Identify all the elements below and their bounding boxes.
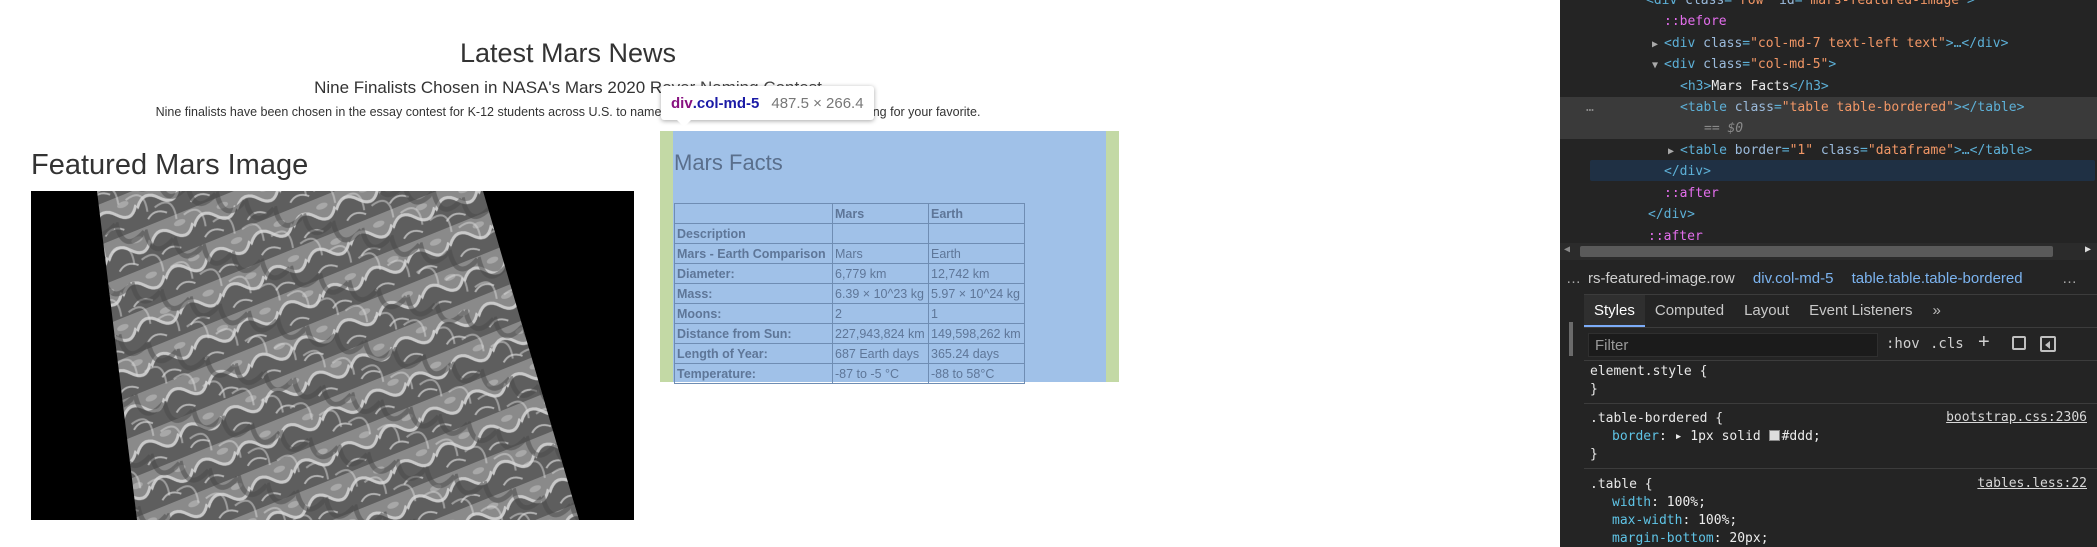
tooltip-class: .col-md-5: [692, 94, 760, 112]
mars-facts-table: Mars Earth Description Mars - Earth Comp…: [674, 203, 1025, 384]
table-header-cell: Mars: [832, 203, 929, 224]
table-cell: 12,742 km: [928, 263, 1025, 284]
featured-image-title: Featured Mars Image: [31, 149, 309, 181]
table-header-cell: [674, 203, 833, 224]
breadcrumb-item-table[interactable]: table.table.table-bordered: [1852, 270, 2023, 287]
breadcrumb-item-col-md-5[interactable]: div.col-md-5: [1753, 270, 1834, 287]
new-style-rule-icon[interactable]: +: [1978, 331, 1990, 354]
breadcrumb-overflow-left[interactable]: …: [1566, 266, 1581, 292]
table-row-label: Diameter:: [674, 263, 833, 284]
table-cell: 1: [928, 303, 1025, 324]
table-row: Moons: 2 1: [674, 303, 1025, 324]
table-cell: 6.39 × 10^23 kg: [832, 283, 929, 304]
mars-facts-title: Mars Facts: [674, 150, 783, 175]
table-row-label: Mars - Earth Comparison: [674, 243, 833, 264]
table-cell: [928, 223, 1025, 244]
dom-node-dataframe[interactable]: ▶ <table border="1" class="dataframe">…</…: [1668, 140, 2032, 161]
tooltip-tag: div: [671, 94, 693, 112]
cls-toggle[interactable]: .cls: [1930, 336, 1964, 352]
table-row: Diameter: 6,779 km 12,742 km: [674, 263, 1025, 284]
tab-layout[interactable]: Layout: [1734, 295, 1799, 327]
collapse-triangle-icon[interactable]: ▼: [1652, 55, 1664, 76]
table-row: Description: [674, 223, 1025, 244]
table-cell: 227,943,824 km: [832, 323, 929, 344]
dom-horizontal-scrollbar[interactable]: ◀ ▶: [1560, 243, 2097, 260]
breadcrumb-item-row[interactable]: rs-featured-image.row: [1588, 270, 1735, 287]
dom-node-h3[interactable]: <h3>Mars Facts</h3>: [1680, 76, 1829, 97]
news-teaser: Nine finalists have been chosen in the e…: [155, 105, 981, 119]
rule-separator: [1584, 468, 2097, 469]
table-row-label: Distance from Sun:: [674, 323, 833, 344]
styles-tabbar: Styles Computed Layout Event Listeners »: [1584, 294, 2097, 328]
table-cell: [832, 223, 929, 244]
breadcrumb-overflow-right[interactable]: …: [2062, 266, 2077, 292]
rule-separator: [1584, 403, 2097, 404]
inspect-tooltip: div .col-md-5 487.5 × 266.4: [661, 86, 874, 120]
expand-triangle-icon[interactable]: ▶: [1668, 141, 1680, 162]
dom-pseudo-before[interactable]: ::before: [1664, 11, 1727, 32]
table-row: Mass: 6.39 × 10^23 kg 5.97 × 10^24 kg: [674, 283, 1025, 304]
panel-resize-handle[interactable]: [1569, 322, 1573, 356]
scrollbar-thumb[interactable]: [1580, 246, 2053, 257]
source-link-bootstrap[interactable]: bootstrap.css:2306: [1946, 410, 2087, 425]
scroll-left-icon[interactable]: ◀: [1564, 244, 1570, 255]
tooltip-arrow: [676, 119, 692, 127]
news-title: Latest Mars News: [459, 38, 677, 68]
table-cell: Mars: [832, 243, 929, 264]
tab-event-listeners[interactable]: Event Listeners: [1799, 295, 1922, 327]
table-row: Mars - Earth Comparison Mars Earth: [674, 243, 1025, 264]
table-row: Temperature: -87 to -5 °C -88 to 58°C: [674, 363, 1025, 384]
dom-row-ellipsis[interactable]: …: [1586, 97, 1594, 118]
tab-computed[interactable]: Computed: [1645, 295, 1734, 327]
table-row-label: Description: [674, 223, 833, 244]
table-cell: 5.97 × 10^24 kg: [928, 283, 1025, 304]
table-cell: -88 to 58°C: [928, 363, 1025, 384]
paint-brush-icon[interactable]: [2012, 336, 2026, 350]
devtools-panel: <div class="row" id="mars-featured-image…: [1560, 0, 2097, 547]
dom-node-div-close[interactable]: </div>: [1664, 161, 1711, 182]
hov-toggle[interactable]: :hov: [1886, 336, 1920, 352]
styles-filter-bar: :hov .cls +: [1584, 329, 2097, 361]
table-cell: 6,779 km: [832, 263, 929, 284]
highlight-padding-right: [1106, 131, 1119, 382]
table-row: Distance from Sun: 227,943,824 km 149,59…: [674, 323, 1025, 344]
expand-triangle-icon[interactable]: ▶: [1652, 34, 1664, 55]
dom-node-col-md-7[interactable]: ▶ <div class="col-md-7 text-left text">…<…: [1652, 33, 2008, 54]
table-cell: 365.24 days: [928, 343, 1025, 364]
rule-element-style[interactable]: element.style { }: [1590, 363, 2097, 399]
more-tabs-icon[interactable]: »: [1923, 295, 1951, 327]
table-cell: 2: [832, 303, 929, 324]
dom-node-table-bordered[interactable]: <table class="table table-bordered"></ta…: [1680, 97, 2024, 118]
web-page: Latest Mars News Nine Finalists Chosen i…: [0, 0, 1560, 547]
color-swatch[interactable]: [1768, 430, 1780, 441]
tooltip-dimensions: 487.5 × 266.4: [771, 94, 864, 112]
table-cell: 149,598,262 km: [928, 323, 1025, 344]
table-cell: -87 to -5 °C: [832, 363, 929, 384]
dom-node-row-close[interactable]: </div>: [1648, 204, 1695, 225]
dom-node-col-md-5[interactable]: ▼ <div class="col-md-5">: [1652, 54, 1836, 75]
toggle-sidebar-icon[interactable]: [2040, 336, 2056, 352]
highlight-padding-left: [660, 131, 673, 382]
breadcrumb: … rs-featured-image.row div.col-md-5 tab…: [1560, 266, 2097, 292]
table-row: Length of Year: 687 Earth days 365.24 da…: [674, 343, 1025, 364]
featured-mars-image[interactable]: [31, 191, 634, 520]
dom-selected-ref: == $0: [1704, 121, 1744, 136]
news-headline[interactable]: Nine Finalists Chosen in NASA's Mars 202…: [0, 78, 1136, 98]
dom-pseudo-after[interactable]: ::after: [1664, 183, 1719, 204]
table-header-cell: Earth: [928, 203, 1025, 224]
tab-styles[interactable]: Styles: [1584, 295, 1645, 327]
styles-filter-input[interactable]: [1588, 333, 1878, 357]
source-link-tables-less[interactable]: tables.less:22: [1977, 476, 2087, 491]
scroll-right-icon[interactable]: ▶: [2085, 244, 2091, 255]
dom-node-row-featured[interactable]: <div class="row" id="mars-featured-image…: [1646, 0, 1975, 11]
table-cell: 687 Earth days: [832, 343, 929, 364]
table-row-label: Length of Year:: [674, 343, 833, 364]
table-row-label: Mass:: [674, 283, 833, 304]
table-row-label: Moons:: [674, 303, 833, 324]
table-cell: Earth: [928, 243, 1025, 264]
table-row-label: Temperature:: [674, 363, 833, 384]
table-header-row: Mars Earth: [674, 203, 1025, 224]
